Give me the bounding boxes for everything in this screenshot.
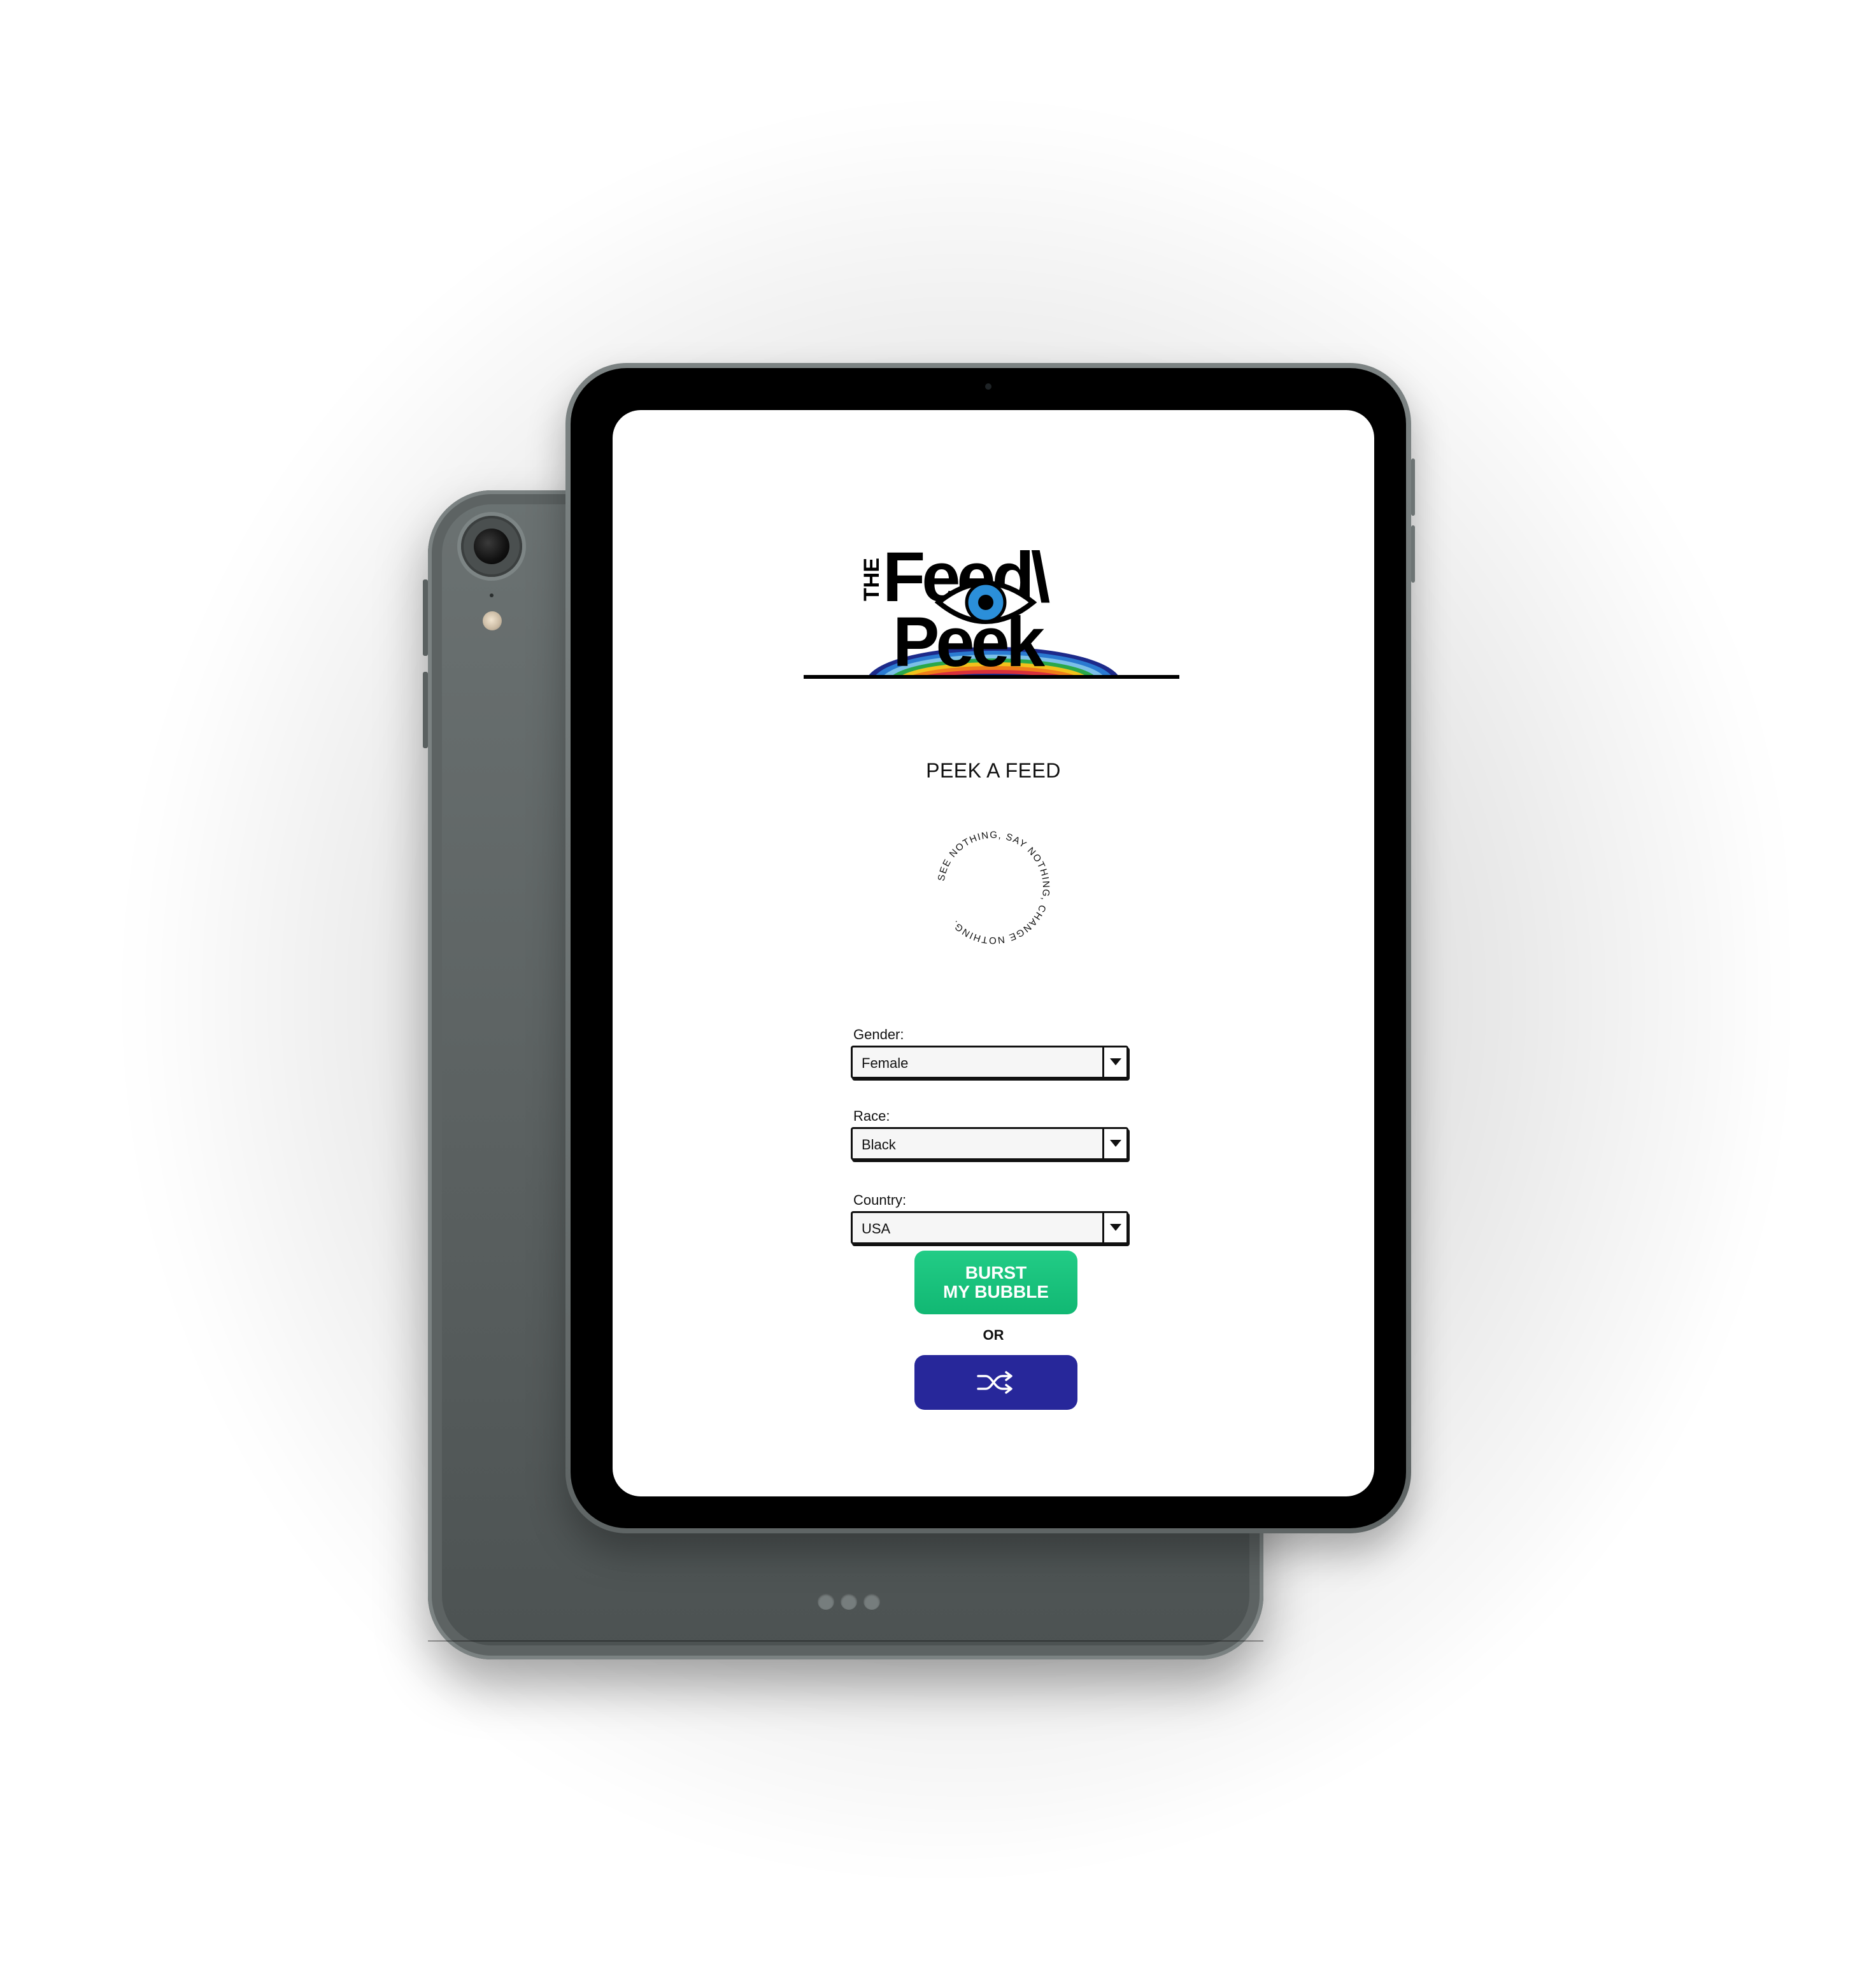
country-label: Country: bbox=[853, 1192, 907, 1208]
connector-pin bbox=[841, 1593, 857, 1610]
volume-button bbox=[423, 672, 428, 748]
logo-the: THE bbox=[860, 558, 884, 601]
race-value: Black bbox=[862, 1137, 896, 1153]
page-title: PEEK A FEED bbox=[926, 759, 1061, 782]
gender-value: Female bbox=[862, 1055, 909, 1071]
slogan-text: SEE NOTHING, SAY NOTHING, CHANGE NOTHING… bbox=[936, 830, 1052, 946]
connector-pin bbox=[863, 1593, 880, 1610]
slogan-badge: SEE NOTHING, SAY NOTHING, CHANGE NOTHING… bbox=[936, 830, 1052, 946]
screen-bezel: THE Feed\ Peek PEEK A FEED SEE NOTHING, … bbox=[571, 368, 1406, 1528]
volume-button bbox=[1411, 525, 1415, 583]
chevron-down-icon[interactable] bbox=[1102, 1213, 1126, 1242]
race-select[interactable]: Black bbox=[851, 1127, 1128, 1160]
burst-label-line2: MY BUBBLE bbox=[943, 1282, 1049, 1302]
tablet-front: THE Feed\ Peek PEEK A FEED SEE NOTHING, … bbox=[565, 363, 1415, 1533]
camera-lens bbox=[474, 529, 509, 564]
smart-connector bbox=[818, 1593, 880, 1610]
or-separator: OR bbox=[983, 1327, 1004, 1343]
chevron-down-icon[interactable] bbox=[1102, 1047, 1126, 1077]
gender-select[interactable]: Female bbox=[851, 1046, 1128, 1079]
app-screen: THE Feed\ Peek PEEK A FEED SEE NOTHING, … bbox=[613, 410, 1374, 1496]
shuffle-button[interactable] bbox=[914, 1355, 1077, 1410]
shuffle-icon bbox=[977, 1371, 1013, 1394]
flash-icon bbox=[483, 611, 502, 630]
front-camera-icon bbox=[985, 383, 991, 390]
chevron-down-icon[interactable] bbox=[1102, 1129, 1126, 1158]
volume-button bbox=[423, 579, 428, 656]
rear-camera-icon bbox=[461, 516, 522, 577]
connector-pin bbox=[818, 1593, 834, 1610]
antenna-line bbox=[428, 1640, 1263, 1642]
burst-label-line1: BURST bbox=[965, 1263, 1027, 1282]
burst-my-bubble-button[interactable]: BURST MY BUBBLE bbox=[914, 1251, 1077, 1314]
country-value: USA bbox=[862, 1221, 891, 1237]
volume-button bbox=[1411, 458, 1415, 516]
country-select[interactable]: USA bbox=[851, 1211, 1128, 1244]
microphone-dot bbox=[490, 593, 494, 597]
feed-peek-logo: THE Feed\ Peek bbox=[804, 538, 1179, 681]
race-label: Race: bbox=[853, 1108, 890, 1124]
gender-label: Gender: bbox=[853, 1026, 904, 1042]
